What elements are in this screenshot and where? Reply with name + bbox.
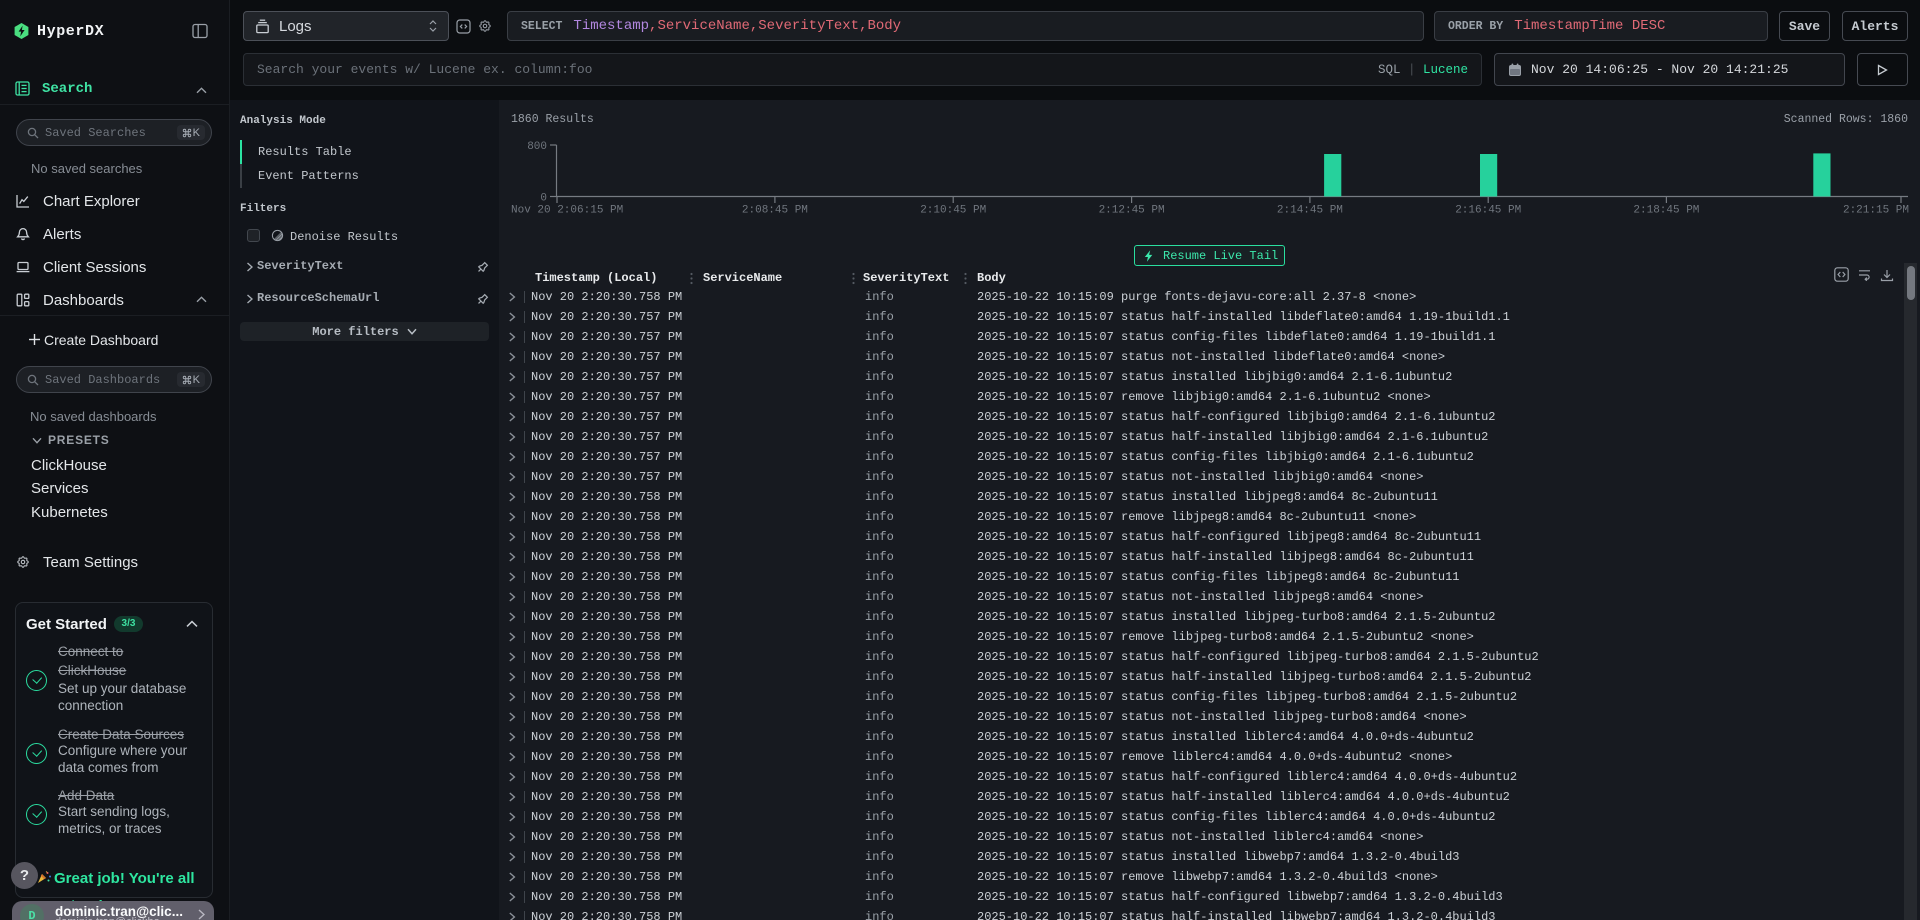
svg-text:2:16:45 PM: 2:16:45 PM bbox=[1455, 205, 1521, 217]
svg-text:2:12:45 PM: 2:12:45 PM bbox=[1099, 205, 1165, 217]
svg-text:0: 0 bbox=[540, 193, 547, 205]
svg-text:800: 800 bbox=[527, 141, 547, 153]
svg-text:2:10:45 PM: 2:10:45 PM bbox=[920, 205, 986, 217]
svg-text:Nov 20 2:06:15 PM: Nov 20 2:06:15 PM bbox=[511, 205, 623, 217]
svg-text:2:18:45 PM: 2:18:45 PM bbox=[1633, 205, 1699, 217]
svg-text:2:08:45 PM: 2:08:45 PM bbox=[742, 205, 808, 217]
svg-text:2:14:45 PM: 2:14:45 PM bbox=[1277, 205, 1343, 217]
svg-text:2:21:15 PM: 2:21:15 PM bbox=[1843, 205, 1909, 217]
